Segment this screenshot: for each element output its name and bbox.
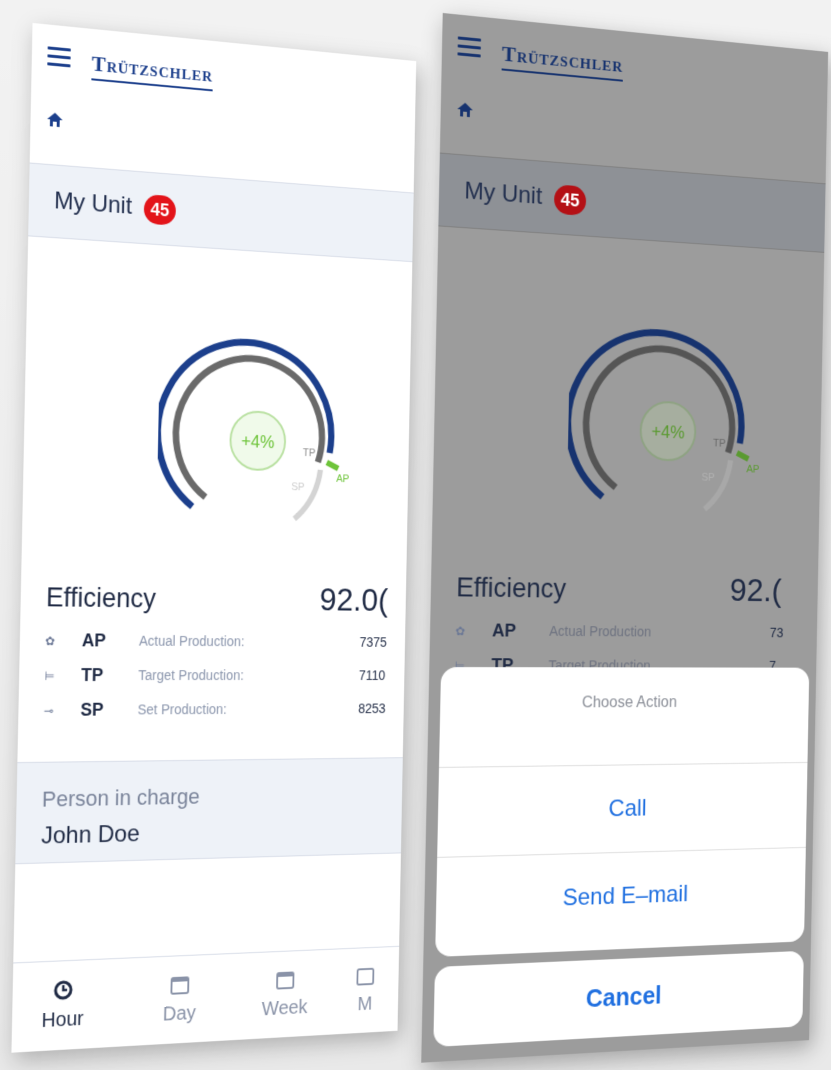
metric-code: SP — [80, 699, 104, 720]
unit-title: My Unit — [464, 177, 543, 210]
bottom-tab-bar: Hour Day Week M — [11, 945, 400, 1053]
notification-badge: 45 — [143, 194, 177, 226]
metric-code: AP — [491, 620, 517, 641]
gear-icon: ✿ — [45, 634, 56, 649]
tab-label: Hour — [41, 1007, 84, 1033]
efficiency-gauge: +4% TP SP AP — [156, 329, 369, 539]
metric-row-ap: ✿ AP Actual Production: 7375 — [45, 630, 395, 661]
metric-name: Actual Production — [549, 623, 652, 640]
brand-logo: Trützschler — [501, 40, 624, 82]
unit-title: My Unit — [53, 187, 133, 220]
gear-icon: ✿ — [455, 624, 466, 639]
efficiency-value: 92.( — [729, 572, 782, 609]
call-button[interactable]: Call — [437, 761, 808, 858]
send-email-button[interactable]: Send E–mail — [435, 846, 806, 948]
calendar-day-icon — [169, 973, 190, 995]
metric-code: AP — [81, 630, 107, 651]
metric-value: 7110 — [358, 667, 386, 683]
metric-name: Target Production: — [138, 667, 244, 683]
efficiency-gauge: +4% TP SP AP — [566, 320, 779, 530]
tab-hour[interactable]: Hour — [24, 977, 102, 1034]
tab-label: M — [357, 993, 373, 1016]
calendar-week-icon — [275, 969, 295, 991]
target-icon: ⊨ — [44, 669, 55, 684]
metric-value: 7375 — [359, 634, 388, 650]
set-icon: ⊸ — [43, 703, 54, 718]
brand-logo: Trützschler — [91, 50, 214, 92]
phone-screen-left: Trützschler My Unit 45 +4% TP SP AP Effi… — [11, 22, 417, 1053]
tab-week[interactable]: Week — [248, 967, 321, 1022]
tab-label: Week — [261, 996, 308, 1021]
home-icon — [457, 102, 473, 118]
home-icon[interactable] — [46, 110, 64, 129]
gauge-label-ap: AP — [746, 464, 759, 476]
cancel-button[interactable]: Cancel — [433, 950, 804, 1048]
gauge-label-tp: TP — [303, 447, 316, 459]
gauge-label-sp: SP — [291, 481, 304, 493]
efficiency-label: Efficiency — [456, 572, 567, 604]
metric-code: TP — [81, 665, 104, 685]
metric-value: 8253 — [358, 700, 386, 716]
metric-name: Set Production: — [137, 701, 227, 718]
hamburger-menu-icon — [457, 36, 482, 58]
calendar-month-icon — [356, 965, 376, 987]
phone-screen-right: Trützschler My Unit 45 +4% TP SP AP Effi… — [421, 12, 829, 1063]
metric-name: Actual Production: — [138, 632, 245, 650]
gauge-label-tp: TP — [713, 438, 726, 450]
tab-month[interactable]: M — [347, 964, 383, 1016]
gauge-label-ap: AP — [336, 473, 349, 485]
efficiency-label: Efficiency — [45, 582, 157, 614]
gauge-label-sp: SP — [701, 472, 714, 484]
tab-day[interactable]: Day — [142, 972, 218, 1028]
person-label: Person in charge — [41, 784, 201, 812]
action-sheet: Choose Action Call Send E–mail — [435, 667, 810, 957]
notification-badge: 45 — [553, 184, 587, 216]
efficiency-value: 92.0( — [319, 581, 389, 619]
hamburger-menu-icon[interactable] — [47, 46, 71, 68]
person-in-charge[interactable]: Person in charge John Doe — [15, 757, 403, 865]
metric-value: 73 — [769, 624, 784, 641]
gauge-delta: +4% — [241, 431, 275, 452]
person-name: John Doe — [40, 820, 140, 850]
tab-label: Day — [162, 1002, 197, 1026]
metric-row-sp: ⊸ SP Set Production: 8253 — [43, 699, 393, 730]
clock-icon — [52, 979, 74, 1002]
metric-row-tp: ⊨ TP Target Production: 7110 — [44, 665, 394, 695]
action-sheet-title: Choose Action — [581, 694, 678, 712]
gauge-delta: +4% — [651, 422, 685, 443]
metric-row-ap: ✿ AP Actual Production 73 — [455, 620, 805, 651]
